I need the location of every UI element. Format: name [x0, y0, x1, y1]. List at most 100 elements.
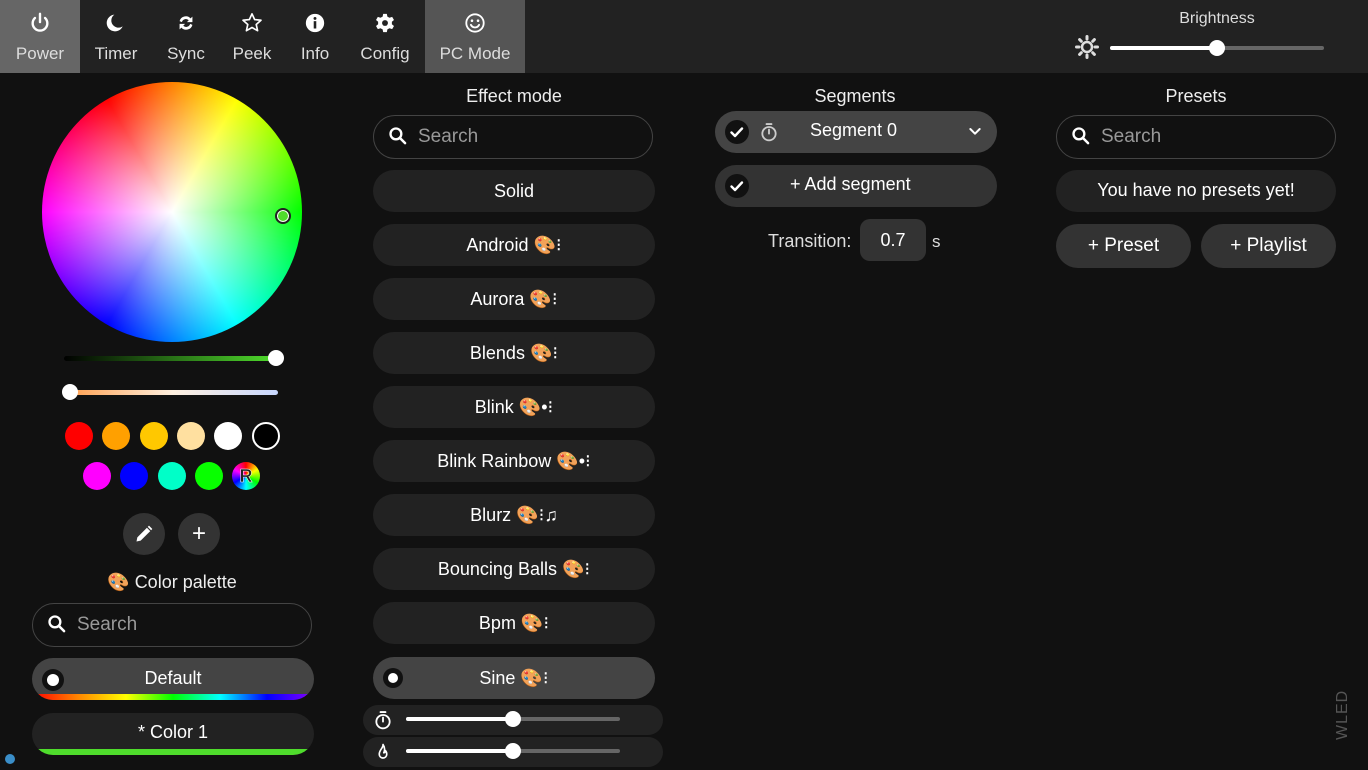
color-swatch[interactable] — [83, 462, 111, 490]
add-segment-button[interactable]: + Add segment — [715, 165, 997, 207]
effect-item[interactable]: Bpm 🎨⁝ — [373, 602, 655, 644]
color-wheel-marker[interactable] — [275, 208, 291, 224]
check-icon — [730, 127, 744, 138]
palette-gradient-bar — [32, 694, 314, 700]
presets-heading: Presets — [1165, 86, 1227, 106]
color-wheel[interactable] — [42, 82, 302, 342]
brightness-label: Brightness — [1179, 10, 1255, 27]
color-swatch[interactable] — [251, 422, 280, 450]
random-label: R — [239, 466, 253, 487]
chevron-down-icon[interactable] — [967, 123, 983, 144]
add-preset-button[interactable]: + Preset — [1056, 224, 1191, 268]
intensity-knob[interactable] — [505, 743, 521, 759]
effect-item[interactable]: Blends 🎨⁝ — [373, 332, 655, 374]
effect-item[interactable]: Blink 🎨•⁝ — [373, 386, 655, 428]
tab-label: Info — [300, 44, 330, 63]
effect-radio[interactable] — [383, 668, 403, 688]
color-swatch[interactable] — [157, 462, 186, 490]
temp-knob[interactable] — [62, 384, 78, 400]
palette-search[interactable] — [32, 603, 312, 647]
segment-checkbox[interactable] — [725, 120, 749, 144]
brightness-knob[interactable] — [1209, 40, 1225, 56]
effect-selected-label: Sine 🎨⁝ — [479, 668, 549, 688]
effect-item[interactable]: Aurora 🎨⁝ — [373, 278, 655, 320]
transition-input[interactable]: 0.7 — [860, 219, 926, 261]
palette-item-default[interactable]: Default — [32, 658, 314, 700]
effect-item[interactable]: Blurz 🎨⁝♫ — [373, 494, 655, 536]
timer-icon — [373, 709, 393, 736]
value-track — [64, 356, 276, 361]
color-swatch[interactable] — [102, 422, 131, 450]
presets-search[interactable] — [1056, 115, 1336, 159]
palette-title: Color palette — [134, 572, 237, 592]
transition-value: 0.7 — [880, 230, 906, 250]
add-playlist-button[interactable]: + Playlist — [1201, 224, 1336, 268]
timer-icon — [759, 121, 779, 148]
effect-item[interactable]: Bouncing Balls 🎨⁝ — [373, 548, 655, 590]
effect-speed-row — [363, 705, 663, 735]
brightness-sun-icon — [1075, 35, 1099, 64]
wled-watermark: WLED — [1334, 689, 1351, 740]
value-slider[interactable] — [64, 350, 284, 366]
presets-search-input[interactable] — [1101, 122, 1301, 152]
palette-label: * Color 1 — [137, 722, 209, 742]
tab-label: Sync — [167, 44, 205, 63]
tab-peek[interactable]: Peek — [220, 0, 284, 73]
gear-icon — [346, 12, 424, 40]
add-color-button[interactable]: + — [178, 513, 220, 555]
power-icon — [0, 12, 80, 40]
color-swatch[interactable] — [194, 462, 223, 490]
color-swatch[interactable] — [120, 462, 149, 490]
effect-item[interactable]: Android 🎨⁝ — [373, 224, 655, 266]
white-temp-slider[interactable] — [62, 384, 282, 400]
palette-heading: 🎨 Color palette — [32, 572, 312, 593]
tab-label: Peek — [232, 44, 272, 63]
effect-item-selected[interactable]: Sine 🎨⁝ — [373, 657, 655, 699]
tab-label: Timer — [94, 44, 138, 63]
status-dot — [5, 754, 15, 764]
check-icon — [730, 181, 744, 192]
tab-label: Power — [15, 44, 65, 63]
brightness-slider[interactable] — [1110, 38, 1324, 58]
tab-config[interactable]: Config — [346, 0, 424, 73]
palette-icon: 🎨 — [107, 572, 130, 592]
speed-knob[interactable] — [505, 711, 521, 727]
palette-item-color1[interactable]: * Color 1 — [32, 713, 314, 755]
effects-heading: Effect mode — [466, 86, 562, 106]
color-swatch[interactable] — [65, 422, 93, 450]
tab-sync[interactable]: Sync — [152, 0, 220, 73]
palette-gradient-bar — [32, 749, 314, 755]
edit-color-button[interactable] — [123, 513, 165, 555]
speed-slider[interactable] — [406, 711, 620, 727]
segment-name: Segment 0 — [810, 120, 898, 140]
smile-icon — [425, 12, 525, 40]
plus-icon: + — [191, 520, 206, 547]
intensity-slider[interactable] — [406, 743, 620, 759]
segment-row[interactable]: Segment 0 — [715, 111, 997, 153]
search-icon — [1071, 126, 1091, 151]
tab-info[interactable]: Info — [284, 0, 346, 73]
add-segment-checkbox[interactable] — [725, 174, 749, 198]
effect-item[interactable]: Blink Rainbow 🎨•⁝ — [373, 440, 655, 482]
speed-fill — [406, 717, 513, 721]
tab-timer[interactable]: Timer — [80, 0, 152, 73]
presets-empty-message: You have no presets yet! — [1056, 170, 1336, 212]
transition-unit: s — [932, 232, 941, 251]
effects-search[interactable] — [373, 115, 653, 159]
transition-label: Transition: — [768, 231, 852, 251]
info-icon — [284, 12, 346, 40]
brightness-fill — [1110, 46, 1217, 50]
effect-item[interactable]: Solid — [373, 170, 655, 212]
random-color-swatch[interactable]: R — [232, 462, 260, 490]
color-swatch[interactable] — [139, 422, 168, 450]
moon-icon — [80, 12, 152, 40]
value-knob[interactable] — [268, 350, 284, 366]
color-swatch[interactable] — [214, 422, 243, 450]
tab-power[interactable]: Power — [0, 0, 80, 73]
top-nav-bar: Power Timer Sync Peek Info Config PC Mod… — [0, 0, 1368, 73]
palette-search-input[interactable] — [77, 610, 277, 640]
tab-pc-mode[interactable]: PC Mode — [425, 0, 525, 73]
color-swatch[interactable] — [176, 422, 205, 450]
effect-intensity-row — [363, 737, 663, 767]
effects-search-input[interactable] — [418, 122, 618, 152]
